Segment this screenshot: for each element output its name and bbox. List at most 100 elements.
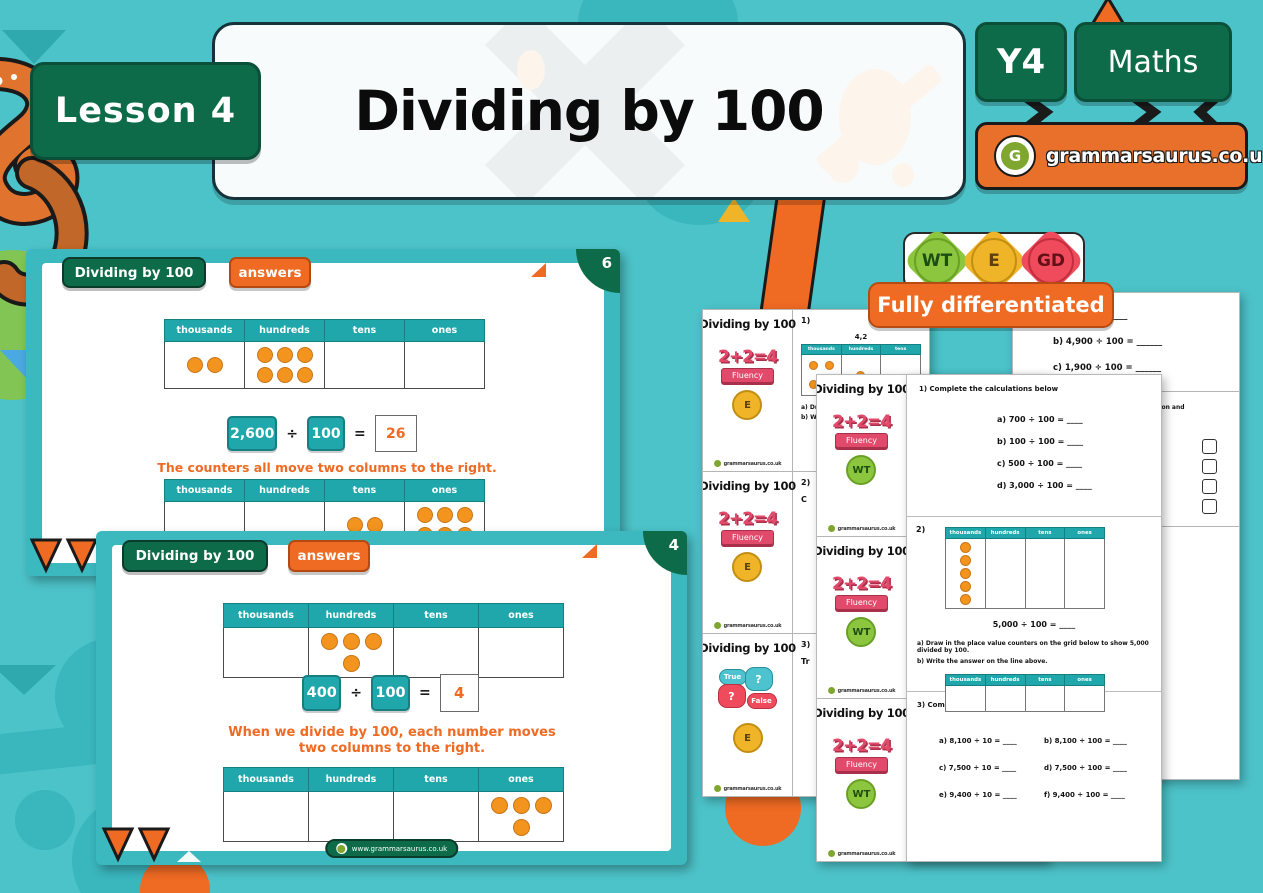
brand-url: grammarsaurus.co.uk xyxy=(1046,145,1263,167)
worksheet-header-title: Dividing by 100 xyxy=(816,706,910,720)
far-question: b) 4,900 ÷ 100 = ______ xyxy=(1053,337,1163,347)
question-number: 2) xyxy=(916,525,926,534)
worksheet-footer: grammarsaurus.co.uk xyxy=(827,687,896,694)
fluency-tag: Fluency xyxy=(834,757,888,772)
place-value-counter xyxy=(342,655,360,672)
fluency-tag: Fluency xyxy=(720,530,774,545)
place-value-table-top: thousands hundreds tens ones xyxy=(223,603,564,678)
question-item: c) 500 ÷ 100 = ____ xyxy=(997,459,1083,468)
place-value-mini-table-filled: thousands hundreds tens ones xyxy=(945,527,1105,609)
place-value-counter xyxy=(256,347,273,363)
false-bubble: False xyxy=(746,693,777,709)
bg-blob xyxy=(15,790,75,850)
slide-card-back[interactable]: 6 thousands hundreds tens ones 2,600 ÷ 1… xyxy=(26,249,620,576)
question-item: d) 3,000 ÷ 100 = ____ xyxy=(997,481,1092,490)
grammarsaurus-logo-icon xyxy=(713,460,721,467)
question-value: 4,2 xyxy=(854,333,868,341)
worksheet-header-title: Dividing by 100 xyxy=(816,382,910,396)
cell-tens xyxy=(393,627,479,678)
cell-ones xyxy=(1064,685,1105,712)
place-value-counter xyxy=(959,542,971,553)
fluency-equation: 2+2=4 xyxy=(832,574,892,594)
col-header-ones: ones xyxy=(1064,674,1105,686)
place-value-counter xyxy=(296,367,313,383)
worksheet-sidebar: Dividing by 100 2+2=4 Fluency WT grammar… xyxy=(816,375,910,536)
divisor-box: 100 xyxy=(371,675,410,711)
year-tag: Y4 xyxy=(975,22,1067,102)
slide-card-front[interactable]: 4 thousands hundreds tens ones 400 ÷ 100… xyxy=(96,531,687,865)
place-value-counter xyxy=(959,581,971,592)
question-item: e) 9,400 ÷ 10 = ____ xyxy=(939,791,1017,799)
answers-badge: answers xyxy=(288,540,370,572)
grammarsaurus-logo-icon xyxy=(335,843,347,854)
answer-checkbox[interactable] xyxy=(1202,439,1217,454)
worksheet-sidebar: Dividing by 100 2+2=4 Fluency E grammars… xyxy=(703,472,796,633)
divisor-box: 100 xyxy=(307,416,345,451)
cell-hundreds xyxy=(244,341,325,389)
cell-tens xyxy=(1024,685,1066,712)
slide-note: The counters all move two columns to the… xyxy=(157,460,497,475)
divide-operator: ÷ xyxy=(350,685,362,701)
place-value-counter xyxy=(342,633,360,650)
question-item: d) 7,500 ÷ 100 = ____ xyxy=(1044,764,1127,772)
place-value-mini-table-empty[interactable]: thousands hundreds tens ones xyxy=(945,674,1105,712)
worksheet-footer-text: grammarsaurus.co.uk xyxy=(837,525,896,532)
place-value-counter xyxy=(824,361,834,370)
place-value-table-bottom: thousands hundreds tens ones xyxy=(223,767,564,842)
answer-checkbox[interactable] xyxy=(1202,459,1217,474)
answer-checkbox[interactable] xyxy=(1202,499,1217,514)
slide-title-badge: Dividing by 100 xyxy=(122,540,268,572)
cell-thousands xyxy=(945,685,986,712)
col-header-thousands: thousands xyxy=(945,527,986,539)
col-header-ones: ones xyxy=(404,479,485,502)
bg-band xyxy=(0,723,102,777)
subject-tag-label: Maths xyxy=(1107,44,1199,80)
equation-row: 400 ÷ 100 = 4 xyxy=(223,674,558,712)
cell-tens xyxy=(324,341,405,389)
year-tag-label: Y4 xyxy=(996,42,1046,82)
dividend-box: 2,600 xyxy=(227,416,278,451)
worksheet-footer: grammarsaurus.co.uk xyxy=(713,622,782,629)
worksheet-footer: grammarsaurus.co.uk xyxy=(713,460,782,467)
answer-box: 4 xyxy=(439,674,479,712)
question-item: b) 8,100 ÷ 100 = ____ xyxy=(1044,737,1127,745)
slide-content-area: thousands hundreds tens ones xyxy=(42,263,604,563)
question-item: f) 9,400 ÷ 100 = ____ xyxy=(1044,791,1125,799)
cell-tens xyxy=(1024,538,1066,609)
slide-title-badge: Dividing by 100 xyxy=(62,257,206,288)
fluency-art: 2+2=4 Fluency E xyxy=(718,509,778,582)
col-header-tens: tens xyxy=(880,344,921,355)
worksheet-footer: grammarsaurus.co.uk xyxy=(827,525,896,532)
cell-ones xyxy=(404,341,485,389)
slide-note-line2: two columns to the right. xyxy=(298,741,486,757)
answer-checkbox[interactable] xyxy=(1202,479,1217,494)
cell-hundreds xyxy=(308,791,394,842)
place-value-counter xyxy=(534,797,552,814)
grammarsaurus-logo-icon xyxy=(713,785,721,792)
col-header-hundreds: hundreds xyxy=(308,767,394,792)
place-value-counter xyxy=(959,555,971,566)
question-item: a) 8,100 ÷ 10 = ____ xyxy=(939,737,1017,745)
fluency-art: 2+2=4 Fluency WT xyxy=(832,412,892,485)
col-header-tens: tens xyxy=(1024,674,1066,686)
place-value-counter xyxy=(490,797,508,814)
worksheet-detail-panel[interactable]: 1) Complete the calculations below a) 70… xyxy=(906,374,1162,862)
seal-gd: GD xyxy=(1028,238,1074,284)
place-value-counter xyxy=(207,357,223,373)
place-value-counter xyxy=(436,507,453,523)
true-bubble: True xyxy=(718,669,747,685)
worksheet-sidebar: Dividing by 100 2+2=4 Fluency WT grammar… xyxy=(816,699,910,861)
answers-badge: answers xyxy=(229,257,311,288)
question-prompt: 1) Complete the calculations below xyxy=(919,385,1059,393)
fluency-art: 2+2=4 Fluency WT xyxy=(832,574,892,647)
poster-canvas: Lesson 4 Dividing by 100 Y4 Maths G gram… xyxy=(0,0,1263,893)
divide-operator: ÷ xyxy=(286,425,298,442)
place-value-counter xyxy=(364,633,382,650)
fluency-art: 2+2=4 Fluency WT xyxy=(832,736,892,809)
worksheet-footer-text: grammarsaurus.co.uk xyxy=(723,785,782,792)
col-header-tens: tens xyxy=(1024,527,1066,539)
differentiation-seal-wt: WT xyxy=(846,617,877,647)
col-header-thousands: thousands xyxy=(164,319,245,342)
grammarsaurus-logo-icon xyxy=(827,850,835,857)
differentiation-seal-e: E xyxy=(732,723,763,753)
